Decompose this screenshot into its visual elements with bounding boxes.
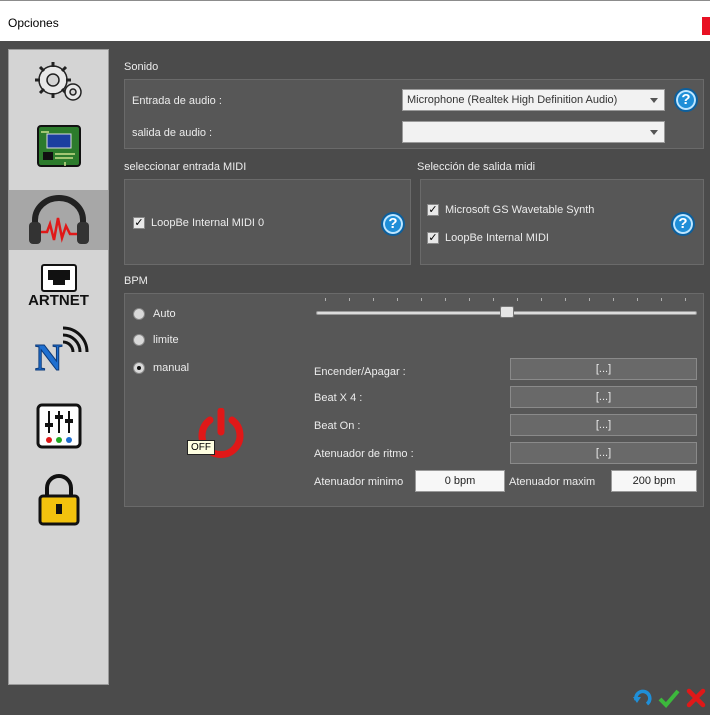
circuit-board-icon (36, 125, 81, 167)
wifi-n-icon: N (34, 326, 88, 374)
bpm-mode-auto-label: Auto (153, 308, 176, 320)
midi-input-checkbox-0[interactable]: ✓ LoopBe Internal MIDI 0 (133, 217, 264, 229)
dialog-actions (632, 688, 706, 711)
midi-output-checkbox-1[interactable]: ✓ LoopBe Internal MIDI (427, 232, 549, 244)
bpm-row-button-0[interactable]: [...] (510, 358, 697, 380)
slider-tick (445, 298, 446, 301)
radio-dot (133, 308, 145, 320)
bpm-row-button-2[interactable]: [...] (510, 414, 697, 436)
midi-output-checkbox-0[interactable]: ✓ Microsoft GS Wavetable Synth (427, 204, 594, 216)
midi-output-section-label: Selección de salida midi (417, 161, 536, 173)
checkbox-box: ✓ (427, 232, 439, 244)
checkbox-box: ✓ (133, 217, 145, 229)
mixer-sliders-icon (36, 403, 81, 449)
midi-input-section-label: seleccionar entrada MIDI (124, 161, 247, 173)
slider-tick (421, 298, 422, 301)
sidebar-item-artnet-label: ARTNET (28, 291, 89, 309)
midi-input-help-button[interactable]: ? (381, 212, 405, 236)
sidebar-item-mixer[interactable] (9, 396, 108, 456)
sound-help-button[interactable]: ? (674, 88, 698, 112)
svg-text:N: N (35, 337, 62, 374)
ok-button[interactable] (658, 688, 680, 711)
audio-input-select[interactable]: Microphone (Realtek High Definition Audi… (402, 89, 665, 111)
slider-tick (325, 298, 326, 301)
sidebar-item-artnet[interactable]: ARTNET (9, 256, 108, 316)
midi-input-label-0: LoopBe Internal MIDI 0 (151, 217, 265, 229)
network-port-icon (40, 263, 77, 292)
bpm-section-label: BPM (124, 275, 148, 287)
sidebar-item-audio[interactable] (9, 190, 108, 250)
bpm-row-button-1[interactable]: [...] (510, 386, 697, 408)
audio-input-label: Entrada de audio : (132, 95, 222, 107)
content-area: Sonido Entrada de audio : Microphone (Re… (118, 41, 710, 715)
bpm-min-label: Atenuador minimo (314, 476, 404, 488)
midi-output-help-button[interactable]: ? (671, 212, 695, 236)
bpm-min-field[interactable]: 0 bpm (415, 470, 505, 492)
close-x-icon (686, 688, 706, 708)
radio-dot (133, 334, 145, 346)
slider-tick (469, 298, 470, 301)
bpm-row-label-2: Beat On : (314, 420, 361, 432)
options-window: ARTNET N Sonido Entrada de audio: Micro… (0, 41, 710, 715)
slider-tick (397, 298, 398, 301)
help-icon: ? (388, 215, 398, 232)
undo-arrow-icon (633, 689, 652, 706)
slider-tick (613, 298, 614, 301)
radio-dot (133, 362, 145, 374)
checkbox-box: ✓ (427, 204, 439, 216)
sidebar-item-wireless[interactable]: N (9, 320, 108, 380)
help-icon: ? (678, 215, 688, 232)
slider-tick (565, 298, 566, 301)
slider-tick (517, 298, 518, 301)
slider-tick (373, 298, 374, 301)
midi-input-panel: ✓ LoopBe Internal MIDI 0 ? (124, 179, 411, 265)
midi-output-panel: ✓ Microsoft GS Wavetable Synth ✓ LoopBe … (420, 179, 704, 265)
bpm-panel: Auto limite manual Encender/Apagar: [..… (124, 293, 704, 507)
bpm-mode-limite[interactable]: limite (133, 334, 179, 346)
chevron-down-icon (650, 98, 658, 103)
headphones-icon (28, 195, 89, 244)
bpm-row-label-3: Atenuador de ritmo : (314, 448, 414, 460)
check-icon (658, 689, 680, 708)
bpm-mode-limite-label: limite (153, 334, 179, 346)
slider-tick (661, 298, 662, 301)
sidebar: ARTNET N (8, 49, 109, 685)
sidebar-item-settings[interactable] (9, 52, 108, 112)
bpm-row-label-0: Encender/Apagar : (314, 366, 406, 378)
slider-tick (541, 298, 542, 301)
bpm-max-field[interactable]: 200 bpm (611, 470, 697, 492)
bpm-mode-auto[interactable]: Auto (133, 308, 176, 320)
bpm-row-button-3[interactable]: [...] (510, 442, 697, 464)
cancel-button[interactable] (686, 688, 706, 711)
bpm-max-label: Atenuador maxim (509, 476, 596, 488)
window-close-button[interactable] (702, 17, 710, 35)
reset-button[interactable] (632, 688, 652, 711)
slider-tick (493, 298, 494, 301)
gears-icon (34, 62, 82, 101)
slider-tick (349, 298, 350, 301)
slider-tick (589, 298, 590, 301)
slider-tick (637, 298, 638, 301)
midi-output-label-1: LoopBe Internal MIDI (445, 232, 549, 244)
sidebar-item-hardware[interactable] (9, 116, 108, 176)
slider-tick (685, 298, 686, 301)
title-bar: Opciones (0, 0, 710, 41)
power-state-badge: OFF (187, 440, 215, 455)
midi-output-label-0: Microsoft GS Wavetable Synth (445, 204, 595, 216)
sidebar-item-lock[interactable] (9, 470, 108, 530)
bpm-row-label-1: Beat X 4 : (314, 392, 363, 404)
slider-thumb[interactable] (499, 306, 514, 318)
chevron-down-icon (650, 130, 658, 135)
audio-output-label: salida de audio : (132, 127, 213, 139)
audio-output-select[interactable] (402, 121, 665, 143)
audio-input-value: Microphone (Realtek High Definition Audi… (407, 94, 618, 106)
sound-section-label: Sonido (124, 61, 159, 73)
bpm-mode-manual[interactable]: manual (133, 362, 189, 374)
window-title: Opciones (8, 16, 59, 30)
padlock-icon (38, 474, 79, 526)
sound-panel: Entrada de audio : Microphone (Realtek H… (124, 79, 704, 149)
bpm-mode-manual-label: manual (153, 362, 190, 374)
help-icon: ? (681, 91, 691, 108)
